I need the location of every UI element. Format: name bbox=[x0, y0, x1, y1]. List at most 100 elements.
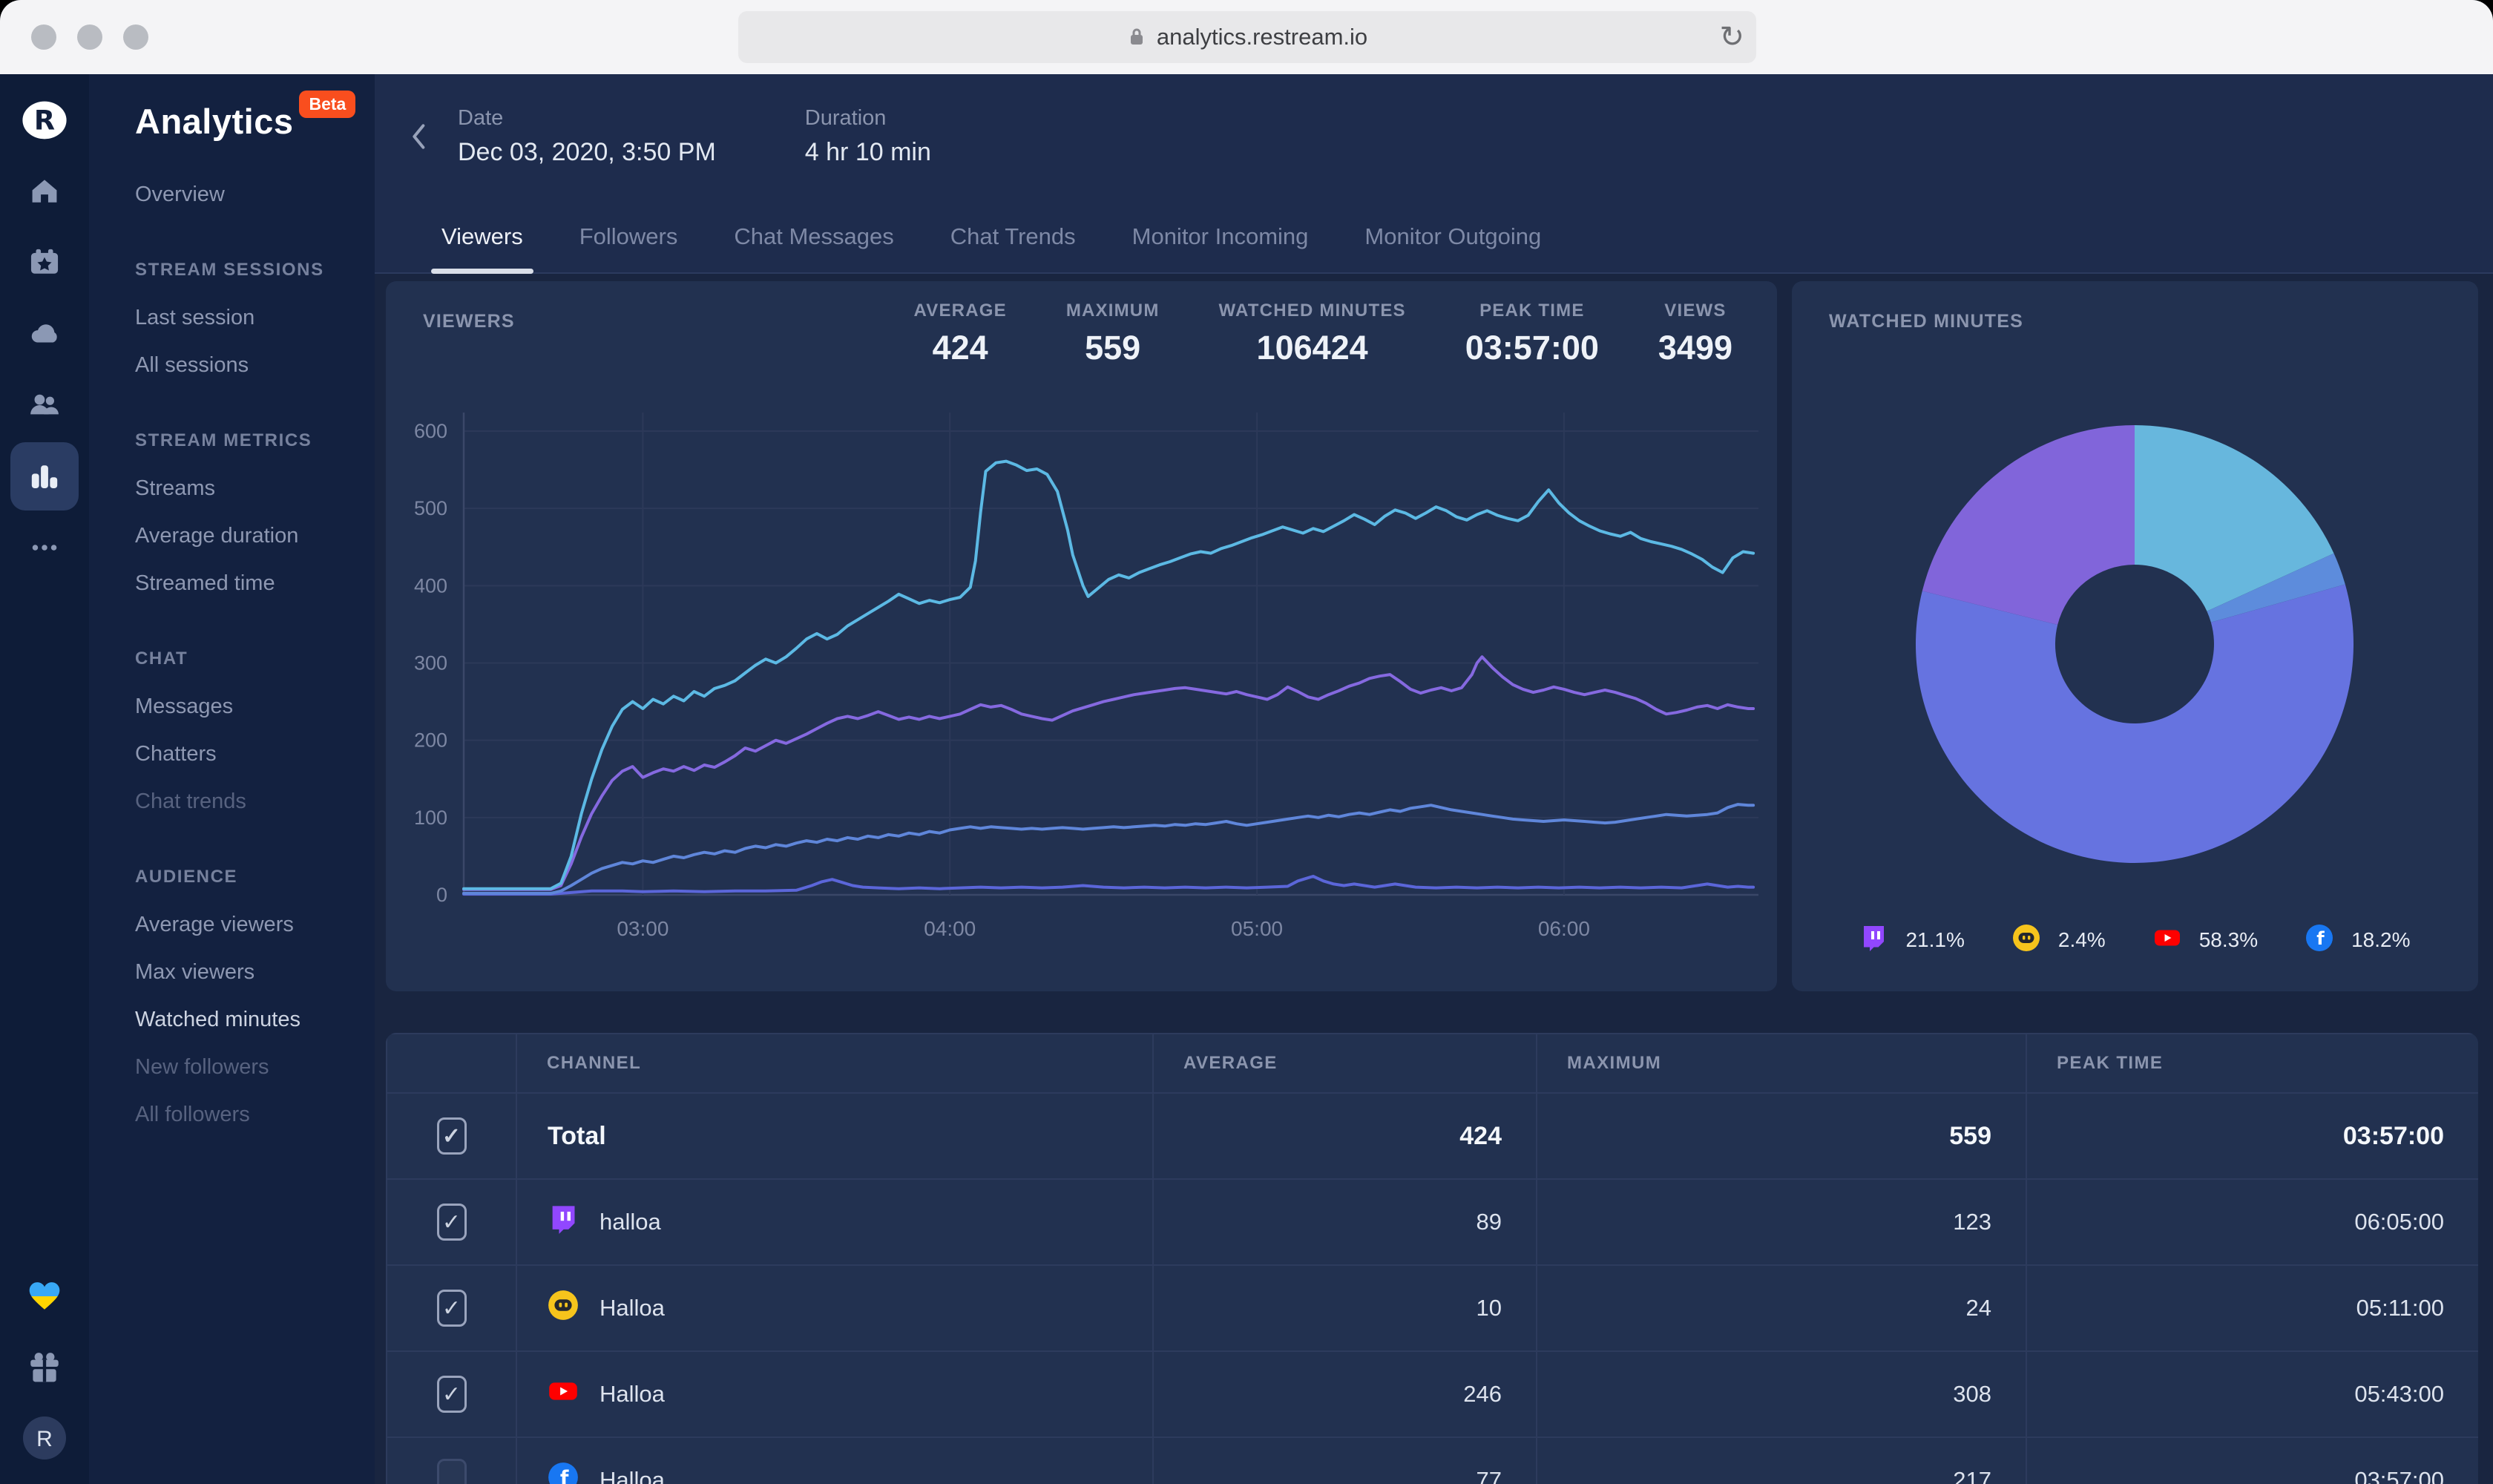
maximum-cell: 217 bbox=[1537, 1437, 2026, 1484]
youtube-icon bbox=[2153, 924, 2181, 956]
svg-text:03:00: 03:00 bbox=[617, 917, 669, 940]
svg-text:400: 400 bbox=[414, 574, 447, 597]
sidebar-item-max-viewers[interactable]: Max viewers bbox=[89, 948, 375, 996]
row-checkbox[interactable]: ✓ bbox=[437, 1204, 467, 1241]
twitch-icon bbox=[548, 1204, 579, 1241]
row-checkbox[interactable] bbox=[437, 1459, 467, 1484]
restream-logo[interactable]: R bbox=[0, 85, 89, 156]
duration-value: 4 hr 10 min bbox=[805, 138, 931, 167]
table-header-row: CHANNELAVERAGEMAXIMUMPEAK TIME bbox=[387, 1034, 2478, 1093]
window-control-dot[interactable] bbox=[77, 24, 102, 50]
tab-bar: Viewers Followers Chat Messages Chat Trends… bbox=[375, 199, 2493, 274]
average-cell: 10 bbox=[1153, 1265, 1537, 1351]
tab-chat-trends[interactable]: Chat Trends bbox=[950, 223, 1076, 272]
session-header: Date Dec 03, 2020, 3:50 PM Duration 4 hr… bbox=[375, 74, 2493, 199]
channel-cell: Total bbox=[516, 1093, 1153, 1179]
sidebar-item-watched-minutes[interactable]: Watched minutes bbox=[89, 996, 375, 1043]
gift-icon[interactable] bbox=[0, 1331, 89, 1402]
sidebar-item-average-duration[interactable]: Average duration bbox=[89, 512, 375, 559]
icon-rail: RR bbox=[0, 74, 89, 1484]
row-checkbox[interactable]: ✓ bbox=[437, 1376, 467, 1413]
sidebar-item-all-sessions[interactable]: All sessions bbox=[89, 341, 375, 389]
sidebar-item-messages[interactable]: Messages bbox=[89, 683, 375, 730]
browser-window: analytics.restream.io ↻ RR Analytics Bet… bbox=[0, 0, 2493, 1484]
checkbox-cell: ✓ bbox=[387, 1179, 516, 1265]
channel-name: Total bbox=[548, 1122, 606, 1151]
tab-monitor-outgoing[interactable]: Monitor Outgoing bbox=[1364, 223, 1541, 272]
tab-monitor-incoming[interactable]: Monitor Incoming bbox=[1132, 223, 1309, 272]
peak-time-cell: 05:11:00 bbox=[2026, 1265, 2478, 1351]
cloud-icon[interactable] bbox=[0, 298, 89, 370]
browser-chrome: analytics.restream.io ↻ bbox=[0, 0, 2493, 74]
team-icon[interactable] bbox=[0, 370, 89, 441]
window-control-dot[interactable] bbox=[31, 24, 56, 50]
peak-time-cell: 05:43:00 bbox=[2026, 1351, 2478, 1437]
nav-section-header: STREAM SESSIONS bbox=[89, 246, 375, 294]
sidebar-item-overview[interactable]: Overview bbox=[89, 171, 375, 218]
channel-wrap: Halloa bbox=[518, 1290, 1152, 1327]
table-header-checkbox bbox=[387, 1034, 516, 1093]
sidebar-item-last-session[interactable]: Last session bbox=[89, 294, 375, 341]
more-icon[interactable] bbox=[0, 512, 89, 583]
sidebar-item-chatters[interactable]: Chatters bbox=[89, 730, 375, 778]
content-area: VIEWERS AVERAGE424MAXIMUM559WATCHED MINU… bbox=[375, 274, 2493, 1484]
sidebar-item-streamed-time[interactable]: Streamed time bbox=[89, 559, 375, 607]
url-text: analytics.restream.io bbox=[1157, 24, 1367, 50]
maximum-cell: 24 bbox=[1537, 1265, 2026, 1351]
tab-followers[interactable]: Followers bbox=[579, 223, 678, 272]
back-button[interactable] bbox=[397, 114, 441, 159]
reload-icon[interactable]: ↻ bbox=[1719, 22, 1744, 52]
table-row: ✓Halloa24630805:43:00 bbox=[387, 1351, 2478, 1437]
events-icon[interactable] bbox=[0, 227, 89, 298]
sidebar-item-all-followers[interactable]: All followers bbox=[89, 1091, 375, 1138]
average-cell: 424 bbox=[1153, 1093, 1537, 1179]
lock-icon bbox=[1127, 25, 1146, 49]
home-icon[interactable] bbox=[0, 156, 89, 227]
svg-text:0: 0 bbox=[436, 884, 447, 906]
window-controls[interactable] bbox=[31, 24, 148, 50]
channel-name: Halloa bbox=[600, 1295, 665, 1322]
sidebar-item-average-viewers[interactable]: Average viewers bbox=[89, 901, 375, 948]
channel-wrap: Total bbox=[518, 1122, 1152, 1151]
legend-percent: 18.2% bbox=[2351, 928, 2410, 952]
sidebar-item-chat-trends[interactable]: Chat trends bbox=[89, 778, 375, 825]
date-label: Date bbox=[458, 106, 716, 131]
duration-label: Duration bbox=[805, 106, 931, 131]
tab-viewers[interactable]: Viewers bbox=[441, 223, 523, 272]
avatar[interactable]: R bbox=[0, 1402, 89, 1474]
channel-name: halloa bbox=[600, 1209, 661, 1235]
youtube-icon bbox=[548, 1376, 579, 1413]
svg-text:600: 600 bbox=[414, 420, 447, 442]
svg-text:100: 100 bbox=[414, 807, 447, 829]
maximum-cell: 308 bbox=[1537, 1351, 2026, 1437]
channel-cell: Halloa bbox=[516, 1265, 1153, 1351]
tab-chat-messages[interactable]: Chat Messages bbox=[734, 223, 893, 272]
window-control-dot[interactable] bbox=[123, 24, 148, 50]
sidebar-brand: Analytics Beta bbox=[135, 101, 355, 142]
row-checkbox[interactable]: ✓ bbox=[437, 1290, 467, 1327]
sidebar-item-new-followers[interactable]: New followers bbox=[89, 1043, 375, 1091]
table-header-channel: CHANNEL bbox=[516, 1034, 1153, 1093]
table-header-maximum: MAXIMUM bbox=[1537, 1034, 2026, 1093]
svg-text:300: 300 bbox=[414, 652, 447, 674]
table-row: fHalloa7721703:57:00 bbox=[387, 1437, 2478, 1484]
viewers-line-chart: 010020030040050060003:0004:0005:0006:00 bbox=[386, 281, 1777, 991]
table-row: ✓Total42455903:57:00 bbox=[387, 1093, 2478, 1179]
chevron-left-icon bbox=[407, 122, 432, 151]
channel-wrap: Halloa bbox=[518, 1376, 1152, 1413]
beta-badge: Beta bbox=[299, 91, 355, 118]
row-checkbox[interactable]: ✓ bbox=[437, 1117, 467, 1155]
main-content: Date Dec 03, 2020, 3:50 PM Duration 4 hr… bbox=[375, 74, 2493, 1484]
table-body: ✓Total42455903:57:00✓halloa8912306:05:00… bbox=[387, 1093, 2478, 1484]
ukraine-heart-icon[interactable] bbox=[0, 1260, 89, 1331]
url-bar[interactable]: analytics.restream.io ↻ bbox=[738, 11, 1756, 63]
donut-slice-twitch bbox=[1922, 425, 2135, 625]
legend-item-facebook: f 18.2% bbox=[2305, 924, 2410, 956]
facebook-icon: f bbox=[2305, 924, 2333, 956]
sidebar-nav-list: Overview STREAM SESSIONSLast sessionAll s… bbox=[89, 171, 375, 1138]
table-row: ✓halloa8912306:05:00 bbox=[387, 1179, 2478, 1265]
sidebar-item-streams[interactable]: Streams bbox=[89, 464, 375, 512]
analytics-icon[interactable] bbox=[0, 441, 89, 512]
svg-text:06:00: 06:00 bbox=[1538, 917, 1590, 940]
donut-slice-youtube bbox=[1916, 585, 2354, 863]
